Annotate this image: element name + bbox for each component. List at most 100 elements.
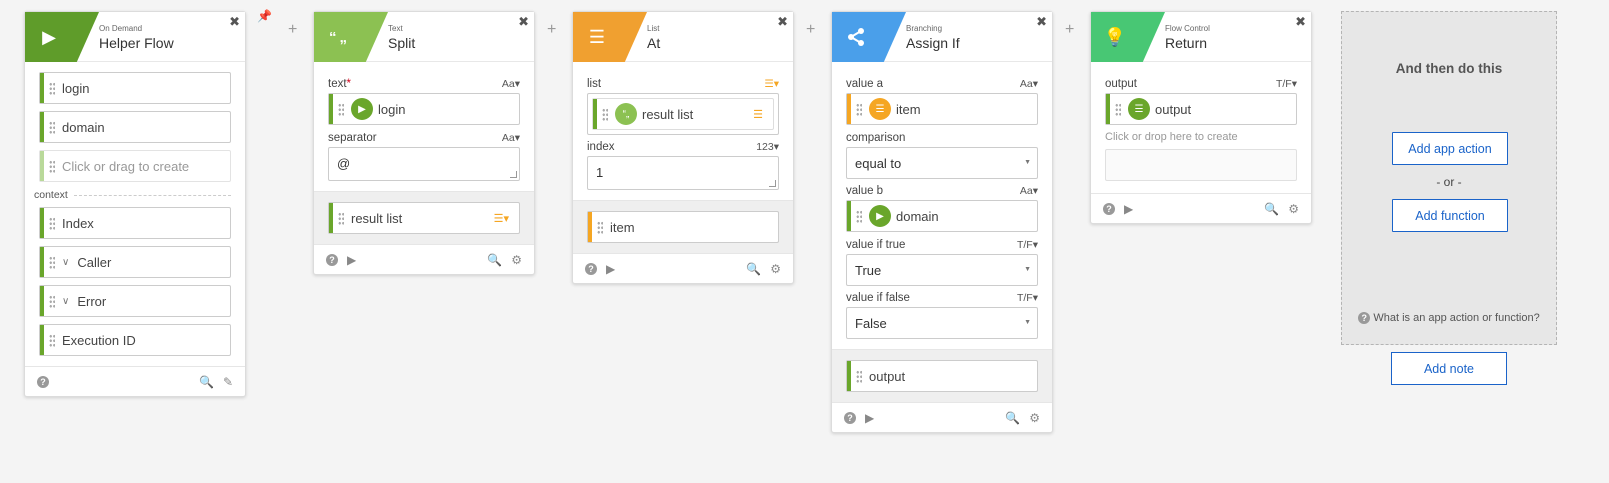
search-icon[interactable]: 🔍 — [487, 253, 502, 267]
help-icon[interactable]: ? — [326, 253, 338, 266]
index-label: index 123▾ — [587, 141, 779, 153]
add-step-plus-3[interactable]: + — [806, 21, 815, 39]
run-icon[interactable]: ▶ — [606, 262, 615, 276]
gear-icon[interactable]: ⚙ — [770, 262, 781, 276]
card-type: On Demand — [99, 24, 143, 33]
run-icon[interactable]: ▶ — [347, 253, 356, 267]
type-selector[interactable]: Aa▾ — [1020, 185, 1038, 197]
card-title: Helper Flow — [99, 35, 174, 51]
drag-handle-icon[interactable] — [602, 108, 608, 121]
input-field-login[interactable]: login — [39, 72, 231, 104]
return-card: 💡 Flow Control Return ✖ output T/F▾ ☰ outp… — [1090, 11, 1312, 224]
search-icon[interactable]: 🔍 — [1264, 202, 1279, 216]
output-output[interactable]: output — [846, 360, 1038, 392]
next-step-panel[interactable]: And then do this Add app action - or - A… — [1341, 11, 1557, 345]
lightbulb-icon: 💡 — [1103, 26, 1127, 47]
drag-handle-icon[interactable] — [856, 210, 862, 223]
output-result-list[interactable]: result list ☰▾ — [328, 202, 520, 234]
drag-handle-icon[interactable] — [49, 82, 55, 95]
add-step-plus-2[interactable]: + — [547, 21, 556, 39]
chevron-down-icon[interactable]: ∨ — [62, 257, 69, 268]
context-item-index[interactable]: Index — [39, 207, 231, 239]
text-input[interactable]: ▶ login — [328, 93, 520, 125]
drag-handle-icon[interactable] — [338, 212, 344, 225]
drop-zone[interactable] — [1105, 149, 1297, 181]
add-app-action-button[interactable]: Add app action — [1392, 132, 1508, 165]
drag-handle-icon — [49, 160, 55, 173]
pin-icon[interactable]: 📌 — [257, 9, 272, 23]
help-icon[interactable]: ? — [844, 411, 856, 424]
drop-hint: Click or drop here to create — [1105, 131, 1238, 143]
type-selector[interactable]: T/F▾ — [1276, 78, 1297, 90]
list-icon[interactable]: ☰▾ — [494, 212, 509, 225]
type-selector[interactable]: T/F▾ — [1017, 292, 1038, 304]
gear-icon[interactable]: ⚙ — [511, 253, 522, 267]
context-item-execution-id[interactable]: Execution ID — [39, 324, 231, 356]
drag-handle-icon[interactable] — [338, 103, 344, 116]
card-footer: ? ▶ 🔍 ⚙ — [832, 402, 1052, 432]
close-icon[interactable]: ✖ — [518, 15, 529, 28]
create-input-placeholder[interactable]: Click or drag to create — [39, 150, 231, 182]
type-selector[interactable]: Aa▾ — [502, 78, 520, 90]
drag-handle-icon[interactable] — [49, 121, 55, 134]
card-footer: ? ▶ 🔍 ⚙ — [314, 244, 534, 274]
card-type: Branching — [906, 24, 943, 33]
separator-input[interactable]: @ — [328, 147, 520, 181]
output-input[interactable]: ☰ output — [1105, 93, 1297, 125]
value-if-true-select[interactable]: True ▼ — [846, 254, 1038, 286]
help-link[interactable]: ? What is an app action or function? — [1342, 312, 1556, 324]
input-field-domain[interactable]: domain — [39, 111, 231, 143]
index-input[interactable]: 1 — [587, 156, 779, 190]
close-icon[interactable]: ✖ — [229, 15, 240, 28]
run-icon[interactable]: ▶ — [865, 411, 874, 425]
add-function-button[interactable]: Add function — [1392, 199, 1508, 232]
comparison-select[interactable]: equal to ▼ — [846, 147, 1038, 179]
close-icon[interactable]: ✖ — [1295, 15, 1306, 28]
add-note-button[interactable]: Add note — [1391, 352, 1507, 385]
context-item-error[interactable]: ∨ Error — [39, 285, 231, 317]
list-label: list ☰▾ — [587, 78, 779, 90]
type-selector[interactable]: Aa▾ — [502, 132, 520, 144]
drag-handle-icon[interactable] — [1115, 103, 1121, 116]
context-item-caller[interactable]: ∨ Caller — [39, 246, 231, 278]
gear-icon[interactable]: ⚙ — [1029, 411, 1040, 425]
list-type-icon[interactable]: ☰▾ — [764, 78, 779, 90]
drag-handle-icon[interactable] — [856, 103, 862, 116]
drag-handle-icon[interactable] — [49, 217, 55, 230]
drag-handle-icon[interactable] — [49, 295, 55, 308]
run-icon[interactable]: ▶ — [1124, 202, 1133, 216]
panel-title: And then do this — [1395, 61, 1503, 76]
drag-handle-icon[interactable] — [597, 221, 603, 234]
type-selector[interactable]: T/F▾ — [1017, 239, 1038, 251]
drag-handle-icon[interactable] — [856, 370, 862, 383]
search-icon[interactable]: 🔍 — [199, 375, 214, 389]
close-icon[interactable]: ✖ — [1036, 15, 1047, 28]
help-icon[interactable]: ? — [37, 375, 49, 388]
value-b-input[interactable]: ▶ domain — [846, 200, 1038, 232]
card-footer: ? ▶ 🔍 ⚙ — [1091, 193, 1311, 223]
search-icon[interactable]: 🔍 — [1005, 411, 1020, 425]
value-if-false-select[interactable]: False ▼ — [846, 307, 1038, 339]
add-step-plus-1[interactable]: + — [288, 21, 297, 39]
drag-handle-icon[interactable] — [49, 334, 55, 347]
card-type: Text — [388, 24, 403, 33]
list-input-result-list[interactable]: “„ result list ☰ — [592, 98, 774, 130]
chevron-down-icon[interactable]: ∨ — [62, 296, 69, 307]
add-step-plus-4[interactable]: + — [1065, 21, 1074, 39]
drag-handle-icon[interactable] — [49, 256, 55, 269]
output-item[interactable]: item — [587, 211, 779, 243]
gear-icon[interactable]: ⚙ — [1288, 202, 1299, 216]
search-icon[interactable]: 🔍 — [746, 262, 761, 276]
type-selector[interactable]: Aa▾ — [1020, 78, 1038, 90]
or-separator: - or - — [1436, 175, 1462, 189]
quote-icon: “ „ — [328, 28, 347, 46]
help-icon[interactable]: ? — [585, 262, 597, 275]
value-a-input[interactable]: ☰ item — [846, 93, 1038, 125]
list-input-box[interactable]: “„ result list ☰ — [587, 93, 779, 135]
value-if-false-label: value if false T/F▾ — [846, 292, 1038, 304]
close-icon[interactable]: ✖ — [777, 15, 788, 28]
help-icon[interactable]: ? — [1103, 202, 1115, 215]
type-selector[interactable]: 123▾ — [756, 141, 779, 153]
pencil-icon[interactable]: ✎ — [223, 375, 233, 389]
context-divider: context — [34, 189, 231, 201]
